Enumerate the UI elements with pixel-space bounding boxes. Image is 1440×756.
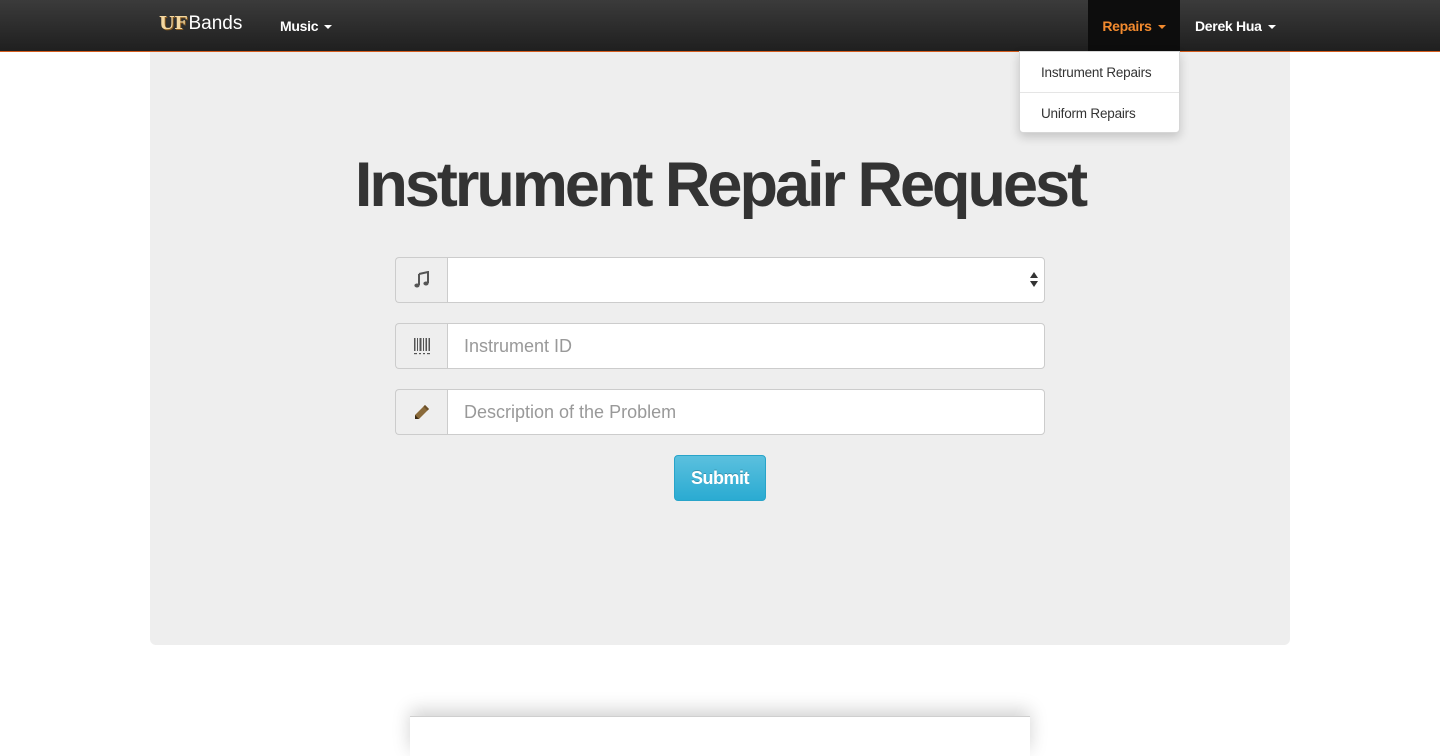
nav-repairs-dropdown[interactable]: Repairs [1088,0,1180,51]
music-note-icon [395,257,447,303]
barcode-icon [395,323,447,369]
menu-item-uniform-repairs[interactable]: Uniform Repairs [1020,93,1179,133]
nav-user-label: Derek Hua [1195,17,1262,34]
instrument-select[interactable] [447,257,1045,303]
select-arrows-icon [1030,272,1038,288]
brand-logo[interactable]: UF Bands [159,13,242,41]
page-title: Instrument Repair Request [354,150,1088,220]
nav-repairs-label: Repairs [1102,17,1152,34]
instrument-id-group [395,323,1045,369]
brand-uf-text: UF [159,13,187,34]
nav-music-label: Music [280,17,319,34]
instrument-select-box[interactable] [447,257,1045,303]
instrument-id-input[interactable] [447,323,1045,369]
bottom-card-edge [410,716,1030,756]
caret-down-icon [324,24,333,29]
top-navbar: UF Bands Music Repairs Derek Hua [0,0,1440,52]
problem-description-input[interactable] [447,389,1045,435]
pencil-icon [395,389,447,435]
repairs-dropdown-menu: Instrument Repairs Uniform Repairs [1019,51,1180,133]
submit-button[interactable]: Submit [674,455,766,501]
caret-down-icon [1157,24,1166,29]
problem-description-group [395,389,1045,435]
caret-down-icon [1267,24,1276,29]
nav-user-dropdown[interactable]: Derek Hua [1195,0,1276,51]
menu-item-instrument-repairs[interactable]: Instrument Repairs [1020,52,1179,92]
brand-bands-text: Bands [188,13,243,34]
nav-music-dropdown[interactable]: Music [280,0,333,51]
instrument-type-group [395,257,1045,303]
